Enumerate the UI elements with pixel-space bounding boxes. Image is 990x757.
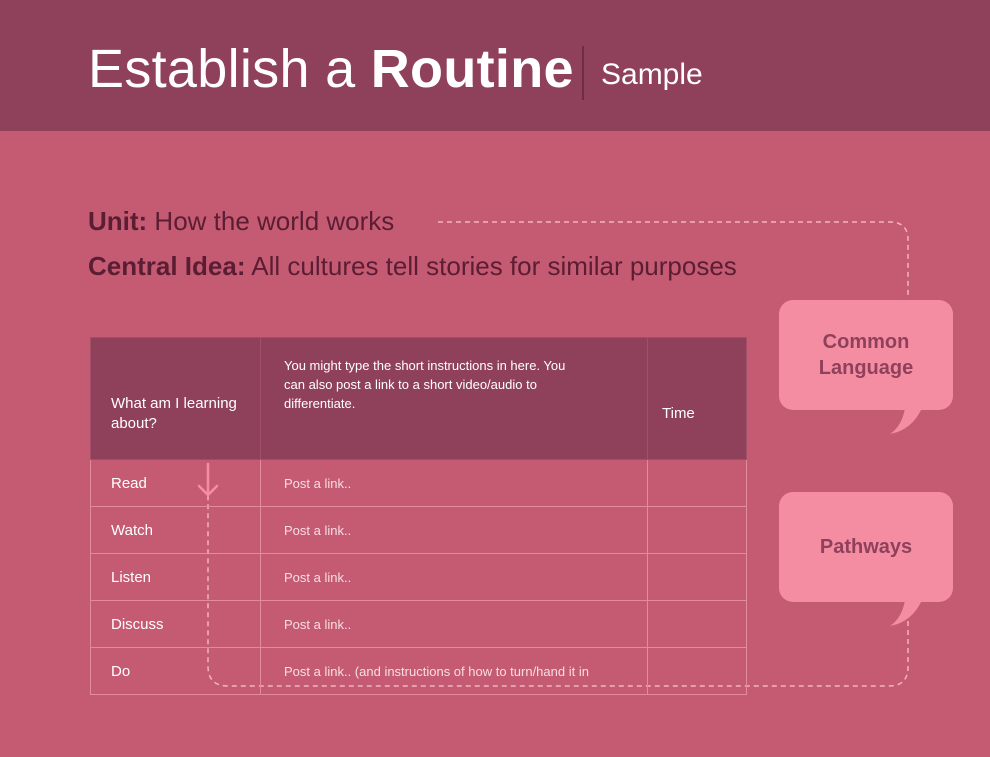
header-cell-learning: What am I learning about? bbox=[90, 337, 261, 460]
time-cell[interactable] bbox=[647, 459, 747, 507]
table-row: Listen Post a link.. bbox=[90, 553, 747, 601]
activity-cell: Listen bbox=[90, 553, 261, 601]
time-cell[interactable] bbox=[647, 647, 747, 695]
title-divider bbox=[582, 46, 584, 100]
time-cell[interactable] bbox=[647, 506, 747, 554]
unit-line: Unit: How the world works bbox=[88, 206, 394, 237]
table-row: Discuss Post a link.. bbox=[90, 600, 747, 648]
link-cell[interactable]: Post a link.. bbox=[260, 506, 648, 554]
central-idea-label: Central Idea: bbox=[88, 251, 246, 281]
title-bold-part: Routine bbox=[370, 39, 574, 99]
header-cell-time: Time bbox=[647, 337, 747, 460]
central-idea-line: Central Idea: All cultures tell stories … bbox=[88, 251, 737, 282]
activity-cell: Do bbox=[90, 647, 261, 695]
link-cell[interactable]: Post a link.. bbox=[260, 553, 648, 601]
link-cell[interactable]: Post a link.. bbox=[260, 459, 648, 507]
pathways-callout: Pathways bbox=[779, 492, 953, 602]
speech-tail-icon bbox=[890, 600, 922, 626]
activity-cell: Watch bbox=[90, 506, 261, 554]
unit-value: How the world works bbox=[147, 206, 395, 236]
link-cell[interactable]: Post a link.. (and instructions of how t… bbox=[260, 647, 648, 695]
activity-cell: Discuss bbox=[90, 600, 261, 648]
table-row: Read Post a link.. bbox=[90, 459, 747, 507]
activity-cell: Read bbox=[90, 459, 261, 507]
time-cell[interactable] bbox=[647, 553, 747, 601]
speech-tail-icon bbox=[890, 408, 922, 434]
unit-label: Unit: bbox=[88, 206, 148, 236]
routine-table: What am I learning about? You might type… bbox=[90, 337, 747, 695]
title-light-part: Establish a bbox=[88, 39, 371, 99]
central-idea-value: All cultures tell stories for similar pu… bbox=[245, 251, 737, 281]
table-header-row: What am I learning about? You might type… bbox=[90, 337, 747, 460]
link-cell[interactable]: Post a link.. bbox=[260, 600, 648, 648]
header-band: Establish a Routine Sample bbox=[0, 0, 990, 131]
header-cell-instructions: You might type the short instructions in… bbox=[260, 337, 648, 460]
time-cell[interactable] bbox=[647, 600, 747, 648]
common-language-callout: Common Language bbox=[779, 300, 953, 410]
table-row: Watch Post a link.. bbox=[90, 506, 747, 554]
page-subtitle: Sample bbox=[601, 58, 703, 91]
page-title: Establish a Routine bbox=[88, 38, 574, 100]
table-row: Do Post a link.. (and instructions of ho… bbox=[90, 647, 747, 695]
